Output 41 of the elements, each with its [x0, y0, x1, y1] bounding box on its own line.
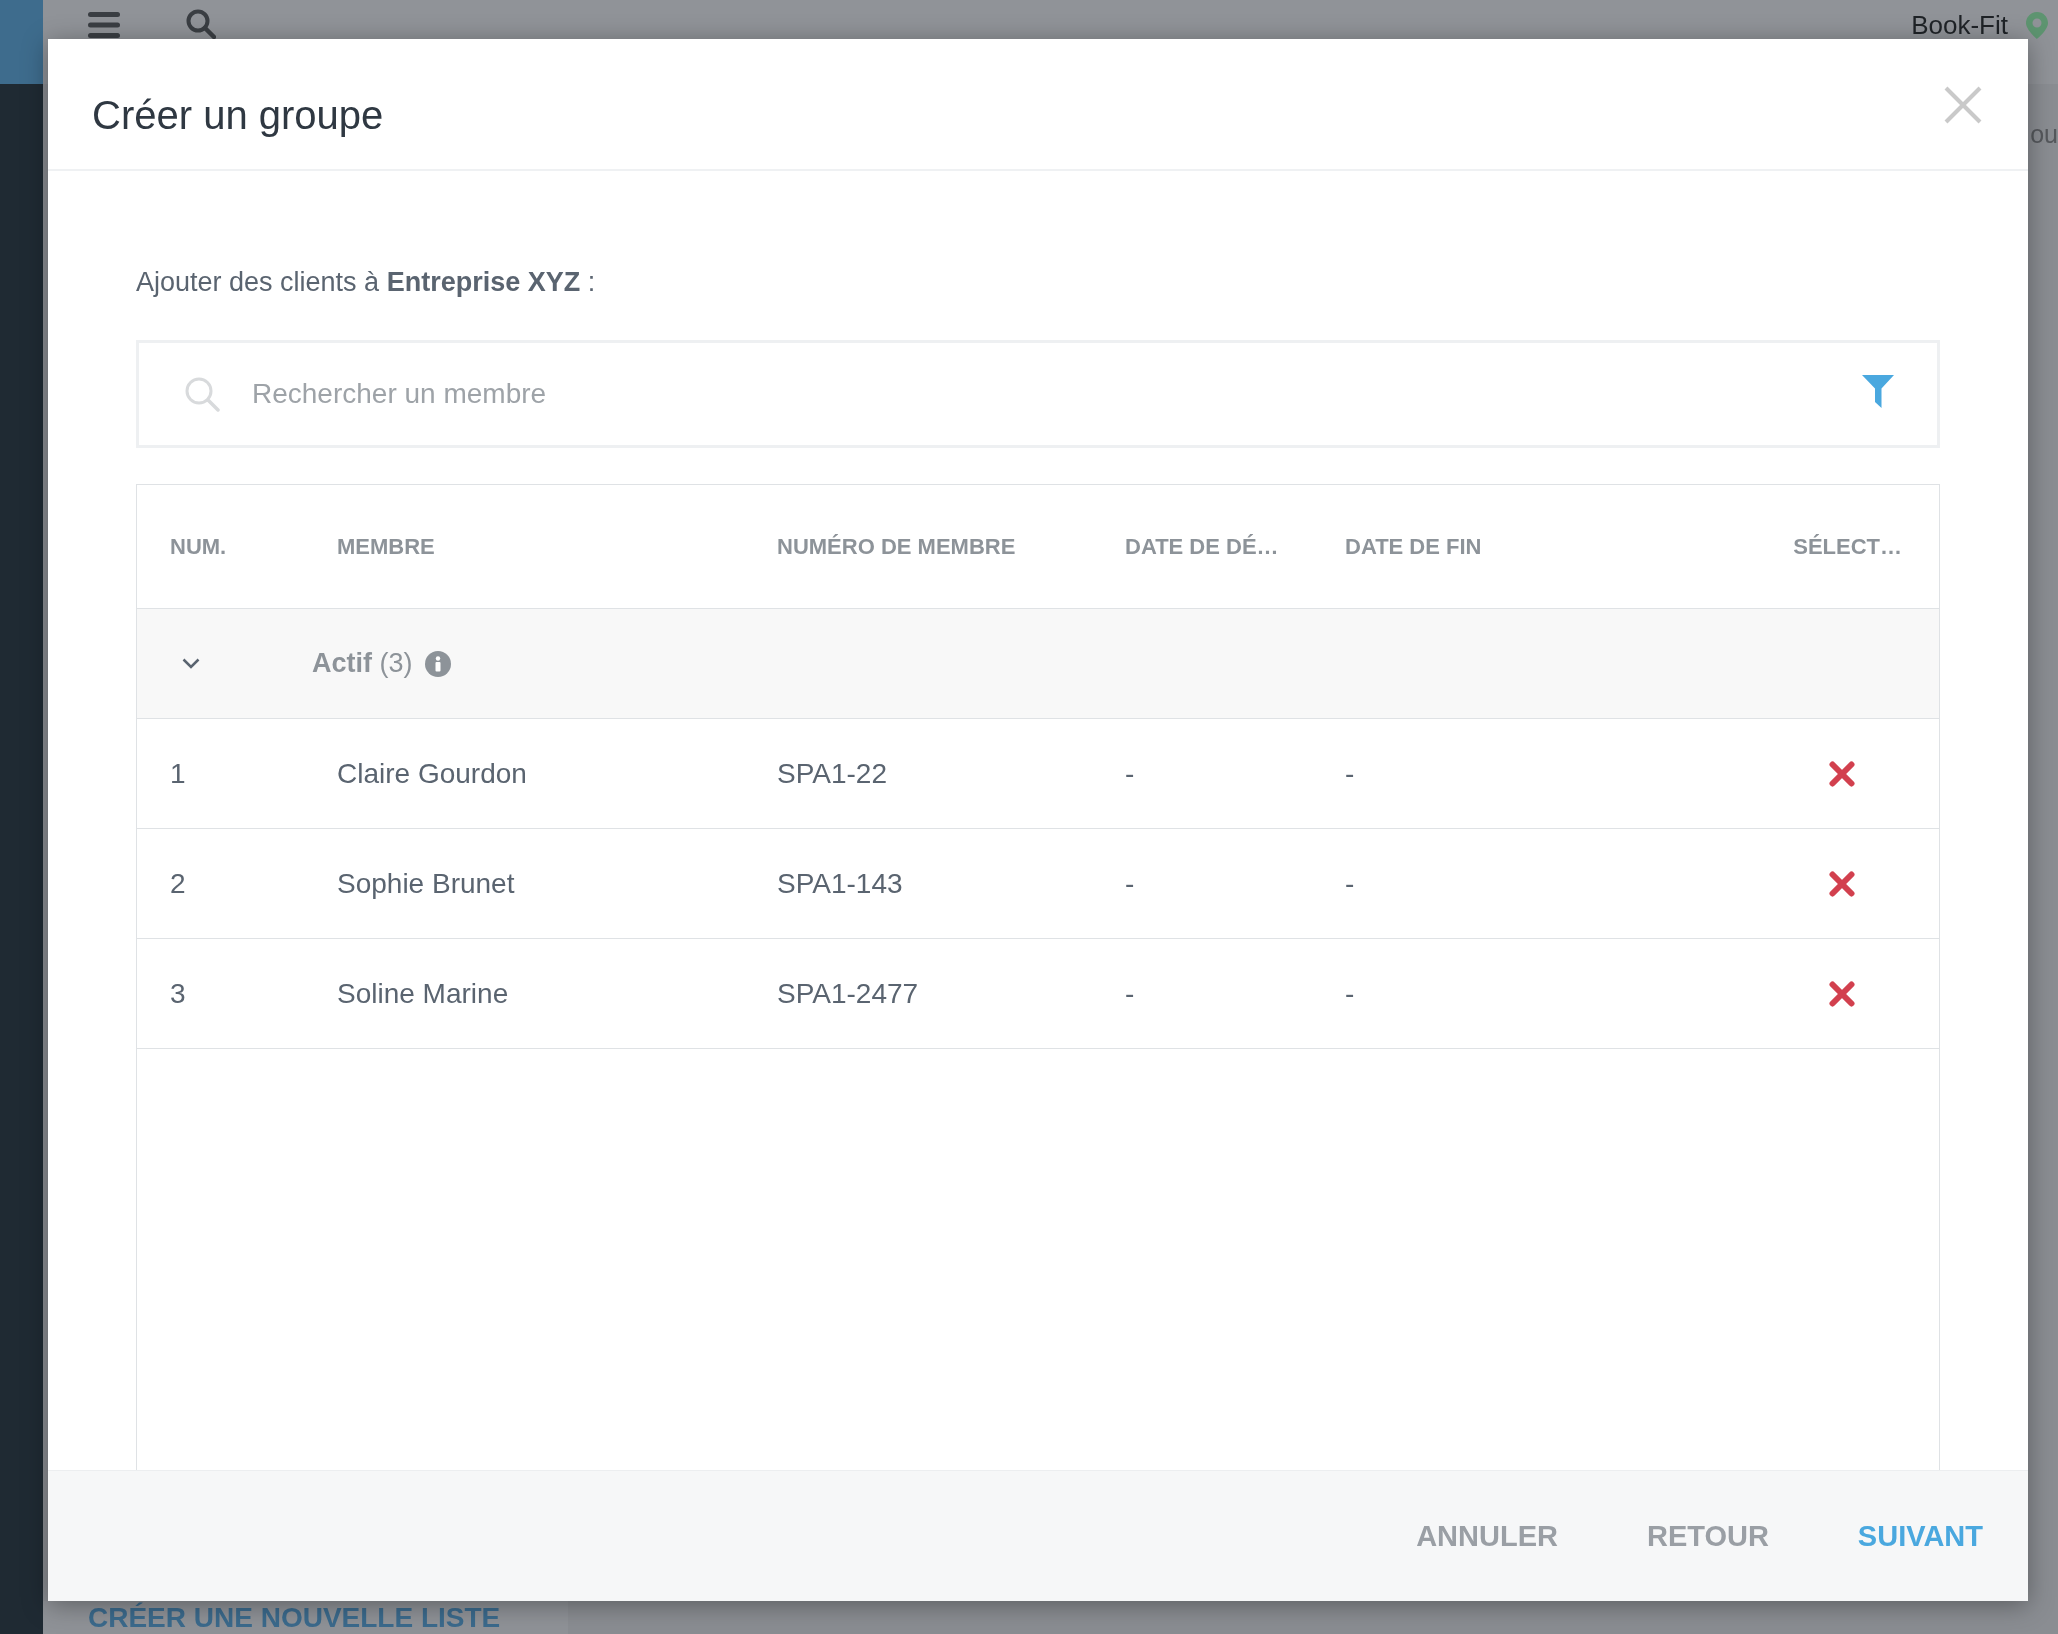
intro-text: Ajouter des clients à Entreprise XYZ :: [136, 269, 596, 296]
menu-icon[interactable]: [88, 12, 120, 38]
group-row[interactable]: Actif (3): [137, 609, 1939, 719]
remove-icon[interactable]: [1829, 870, 1855, 897]
table-cell: -: [1125, 979, 1135, 1008]
table-cell: Sophie Brunet: [337, 869, 515, 898]
table-cell: SPA1-22: [777, 759, 887, 788]
table-cell: 2: [170, 869, 186, 898]
table-cell: -: [1345, 759, 1355, 788]
dialog-title: Créer un groupe: [92, 95, 384, 135]
chevron-icon[interactable]: [182, 658, 200, 669]
table-cell: 3: [170, 979, 186, 1008]
info-icon[interactable]: [424, 650, 451, 677]
table-cell: SPA1-143: [777, 869, 903, 898]
footer-button[interactable]: SUIVANT: [1849, 1515, 1991, 1557]
column-header: MEMBRE: [337, 535, 435, 558]
table-cell: -: [1125, 759, 1135, 788]
search-icon: [184, 376, 220, 412]
table-cell: Soline Marine: [337, 979, 509, 1008]
column-header: NUM.: [170, 535, 227, 558]
column-header: NUMÉRO DE MEMBRE: [777, 535, 1016, 558]
table-cell: -: [1345, 869, 1355, 898]
footer-button[interactable]: ANNULER: [1408, 1515, 1566, 1557]
column-header: SÉLECT…: [1793, 535, 1902, 558]
group-label: Actif (3): [312, 650, 413, 677]
brand-name: Book-Fit: [1911, 12, 2008, 38]
table-cell: SPA1-2477: [777, 979, 919, 1008]
table-cell: Claire Gourdon: [337, 759, 527, 788]
table-cell: -: [1125, 869, 1135, 898]
create-list-link[interactable]: CRÉER UNE NOUVELLE LISTE: [88, 1604, 501, 1632]
remove-icon[interactable]: [1829, 980, 1855, 1007]
table-cell: -: [1345, 979, 1355, 1008]
filter-icon[interactable]: [1862, 375, 1894, 408]
footer-button[interactable]: RETOUR: [1638, 1515, 1777, 1557]
column-header: DATE DE FIN: [1345, 535, 1482, 558]
remove-icon[interactable]: [1829, 760, 1855, 787]
table-cell: 1: [170, 759, 186, 788]
column-header: DATE DE DÉ…: [1125, 535, 1279, 558]
search-field[interactable]: Rechercher un membre: [136, 340, 1940, 448]
map-pin-icon: [2026, 12, 2048, 39]
search-icon[interactable]: [186, 9, 216, 39]
